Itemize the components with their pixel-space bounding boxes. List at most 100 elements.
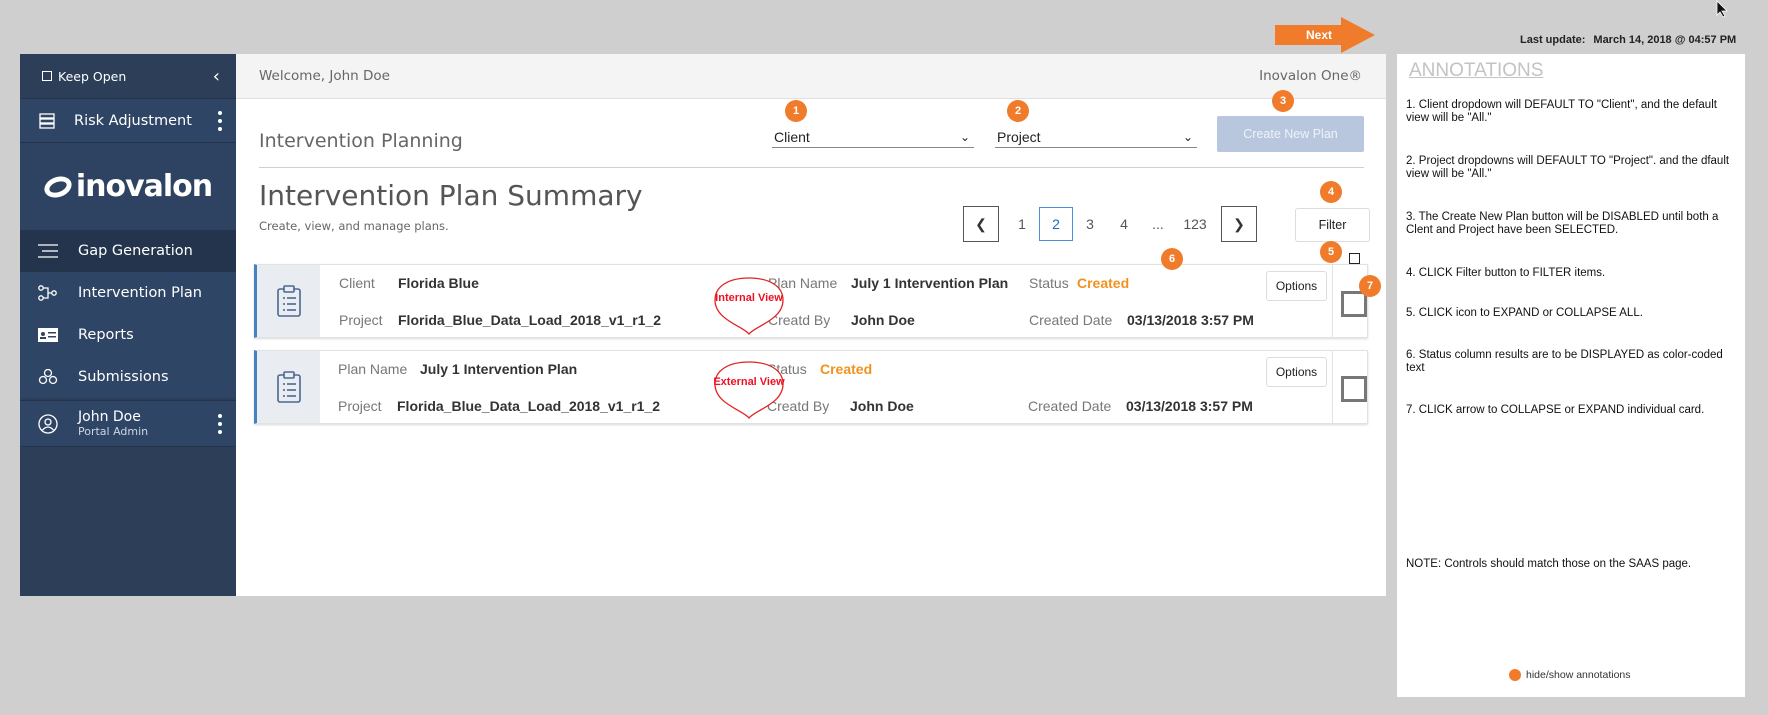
- page-ellipsis: ...: [1152, 216, 1164, 232]
- annotation-badge-3: 3: [1272, 90, 1294, 112]
- keep-open-toggle[interactable]: Keep Open ‹: [20, 54, 236, 99]
- intervention-plan-label: Intervention Plan: [78, 285, 202, 301]
- cursor-icon: [1716, 0, 1728, 18]
- inovalon-logo: inovalon: [20, 143, 236, 230]
- list-icon: [38, 244, 58, 258]
- annotation-badge-5: 5: [1320, 241, 1342, 263]
- planning-bar: Intervention Planning Client ⌄ Project ⌄…: [259, 100, 1364, 168]
- collapse-card-icon[interactable]: [1341, 376, 1367, 402]
- annotations-panel: ANNOTATIONS 1. Client dropdown will DEFA…: [1397, 54, 1745, 697]
- next-page-button[interactable]: ❯: [1221, 206, 1257, 242]
- options-button[interactable]: Options: [1266, 271, 1327, 301]
- sidebar-item-intervention-plan[interactable]: Intervention Plan: [20, 272, 236, 314]
- created-by-value: John Doe: [851, 312, 915, 328]
- reports-label: Reports: [78, 327, 134, 343]
- client-label: Client: [339, 275, 375, 291]
- client-value: Florida Blue: [398, 275, 479, 291]
- annotation-note-6: 6. Status column results are to be DISPL…: [1406, 349, 1723, 374]
- kebab-menu-icon[interactable]: [218, 110, 222, 131]
- page-123[interactable]: 123: [1175, 207, 1215, 241]
- annotation-badge-1: 1: [785, 100, 807, 122]
- annotation-note-footer: NOTE: Controls should match those on the…: [1406, 558, 1692, 570]
- external-view-text: External View: [713, 376, 785, 388]
- keep-open-checkbox[interactable]: [42, 71, 52, 81]
- next-label: Next: [1306, 28, 1332, 42]
- cubes-icon: [38, 369, 58, 385]
- next-button[interactable]: Next: [1275, 17, 1375, 53]
- summary-subtitle: Create, view, and manage plans.: [259, 219, 449, 233]
- annotation-note-1: 1. Client dropdown will DEFAULT TO "Clie…: [1406, 99, 1717, 124]
- sidebar-item-reports[interactable]: Reports: [20, 314, 236, 356]
- hide-show-annotations-toggle[interactable]: hide/show annotations: [1509, 669, 1631, 681]
- annotation-note-5: 5. CLICK icon to EXPAND or COLLAPSE ALL.: [1406, 307, 1643, 319]
- page-3[interactable]: 3: [1073, 207, 1107, 241]
- prev-page-button[interactable]: ❮: [963, 206, 999, 242]
- annotation-note-2: 2. Project dropdowns will DEFAULT TO "Pr…: [1406, 155, 1730, 180]
- client-dropdown[interactable]: Client ⌄: [772, 126, 974, 148]
- internal-view-callout: Internal View: [713, 276, 785, 336]
- clipboard-icon: [276, 285, 301, 317]
- plan-name-value: July 1 Intervention Plan: [420, 361, 578, 377]
- page-4[interactable]: 4: [1107, 207, 1141, 241]
- last-update: Last update: March 14, 2018 @ 04:57 PM: [1520, 34, 1744, 46]
- chevron-down-icon: ⌄: [959, 129, 970, 144]
- gap-generation-label: Gap Generation: [78, 243, 193, 259]
- user-kebab-icon[interactable]: [218, 413, 222, 434]
- status-value: Created: [1077, 275, 1130, 291]
- create-new-plan-button[interactable]: Create New Plan: [1217, 116, 1364, 152]
- created-date-value: 03/13/2018 3:57 PM: [1126, 398, 1253, 414]
- annotation-badge-7: 7: [1359, 275, 1381, 297]
- plan-name-label: Plan Name: [338, 361, 408, 377]
- sidebar-item-submissions[interactable]: Submissions: [20, 356, 236, 398]
- created-by-value: John Doe: [850, 398, 914, 414]
- main-content: Welcome, John Doe Inovalon One® Interven…: [236, 54, 1386, 596]
- plan-name-value: July 1 Intervention Plan: [851, 275, 1009, 291]
- project-label: Project: [339, 312, 383, 328]
- page-1[interactable]: 1: [1005, 207, 1039, 241]
- status-label: Status: [1029, 275, 1069, 291]
- project-value: Florida_Blue_Data_Load_2018_v1_r1_2: [398, 312, 662, 328]
- chevron-down-icon: ⌄: [1182, 129, 1193, 144]
- project-label: Project: [338, 398, 382, 414]
- user-name: John Doe: [78, 408, 141, 425]
- page-title: Intervention Planning: [259, 130, 463, 152]
- last-update-value: March 14, 2018 @ 04:57 PM: [1593, 34, 1737, 46]
- workflow-icon: [38, 285, 57, 301]
- created-date-label: Created Date: [1028, 398, 1112, 414]
- main-header: Welcome, John Doe Inovalon One®: [236, 54, 1386, 99]
- external-view-callout: External View: [713, 360, 785, 420]
- page-2[interactable]: 2: [1039, 207, 1073, 241]
- clipboard-icon-cell: [257, 265, 320, 337]
- user-role: Portal Admin: [78, 424, 149, 438]
- sidebar-item-gap-generation[interactable]: Gap Generation: [20, 230, 236, 272]
- filter-button[interactable]: Filter: [1295, 208, 1370, 242]
- created-date-label: Created Date: [1029, 312, 1113, 328]
- plan-card: Client Florida Blue Plan Name July 1 Int…: [254, 264, 1368, 338]
- last-update-label: Last update:: [1520, 34, 1586, 46]
- id-card-icon: [38, 328, 58, 342]
- clipboard-icon-cell: [257, 351, 320, 423]
- plan-card: Plan Name July 1 Intervention Plan Statu…: [254, 350, 1368, 424]
- summary-title: Intervention Plan Summary: [259, 179, 643, 212]
- project-dropdown[interactable]: Project ⌄: [995, 126, 1197, 148]
- options-button[interactable]: Options: [1266, 357, 1327, 387]
- logo-text: inovalon: [75, 169, 213, 204]
- project-dropdown-value: Project: [997, 128, 1041, 145]
- risk-adjustment-label: Risk Adjustment: [74, 112, 192, 129]
- sidebar: Keep Open ‹ Risk Adjustment inovalon Gap…: [20, 54, 236, 596]
- project-value: Florida_Blue_Data_Load_2018_v1_r1_2: [397, 398, 661, 414]
- annotations-title: ANNOTATIONS: [1409, 60, 1544, 81]
- expand-collapse-all-icon[interactable]: [1349, 253, 1360, 264]
- annotation-note-3: 3. The Create New Plan button will be DI…: [1406, 211, 1719, 236]
- client-dropdown-value: Client: [774, 128, 810, 145]
- sidebar-item-risk-adjustment[interactable]: Risk Adjustment: [20, 99, 236, 143]
- orange-dot-icon: [1509, 669, 1521, 681]
- submissions-label: Submissions: [78, 369, 169, 385]
- chevron-left-icon[interactable]: ‹: [213, 66, 220, 87]
- created-date-value: 03/13/2018 3:57 PM: [1127, 312, 1254, 328]
- annotation-badge-4: 4: [1320, 181, 1342, 203]
- toggle-label: hide/show annotations: [1526, 669, 1631, 681]
- user-avatar-icon: [38, 413, 58, 434]
- user-menu[interactable]: John Doe Portal Admin: [20, 400, 236, 447]
- annotation-note-7: 7. CLICK arrow to COLLAPSE or EXPAND ind…: [1406, 404, 1705, 416]
